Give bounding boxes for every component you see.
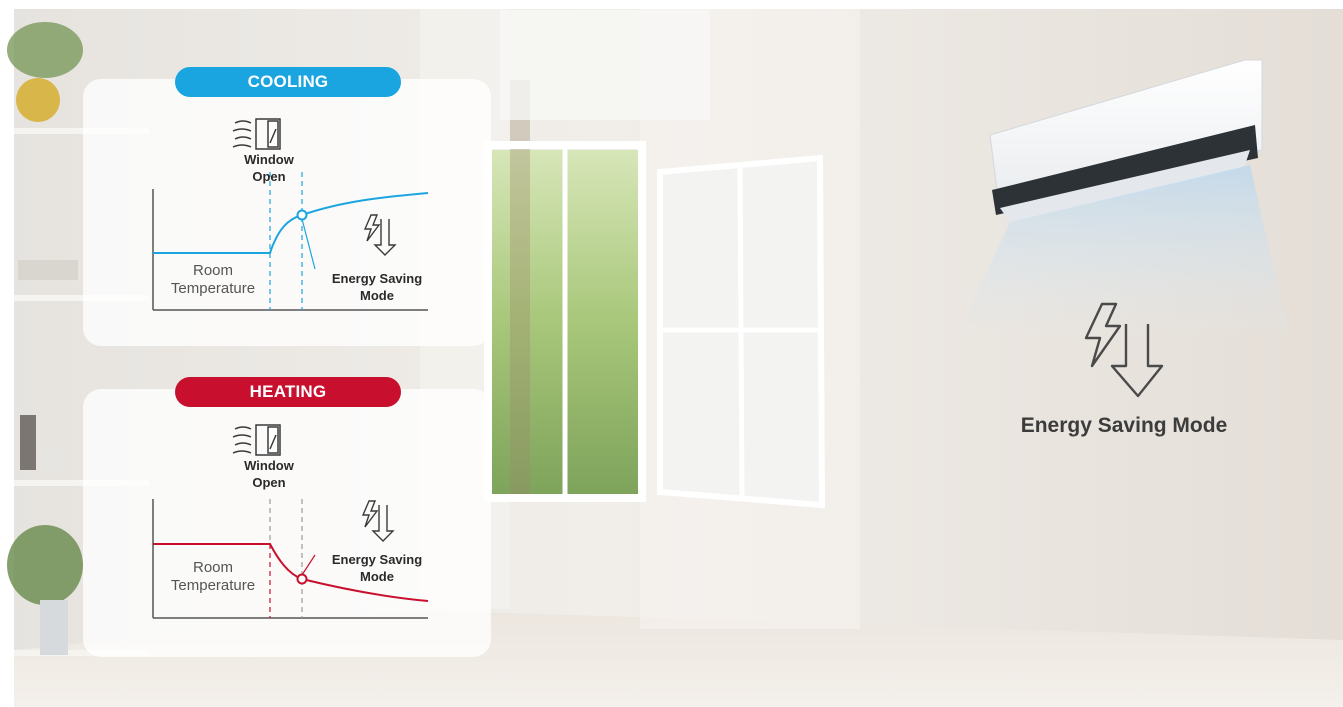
cooling-graph: [152, 118, 429, 311]
room-temperature-label: Room Temperature: [170, 559, 256, 594]
energy-saving-scene: COOLING Window Open Room Temperature Ene…: [0, 0, 1343, 707]
heating-panel: HEATING Window Open Room Temperature Ene: [83, 377, 491, 657]
heating-graph: [152, 424, 429, 619]
window-open-icon: [232, 424, 281, 456]
window-open-icon: [232, 118, 281, 150]
energy-saving-mode-label: Energy Saving Mode: [331, 552, 423, 584]
energy-saving-icon: [363, 214, 397, 256]
room-temperature-label: Room Temperature: [170, 262, 256, 297]
energy-saving-icon: [1084, 302, 1164, 398]
energy-saving-mode-title: Energy Saving Mode: [1020, 414, 1228, 437]
energy-saving-icon: [361, 500, 395, 542]
cooling-panel: COOLING Window Open Room Temperature Ene…: [83, 67, 491, 346]
window-open-label: Window Open: [244, 152, 294, 184]
window-open-label: Window Open: [244, 458, 294, 490]
energy-saving-mode-label: Energy Saving Mode: [331, 271, 423, 303]
